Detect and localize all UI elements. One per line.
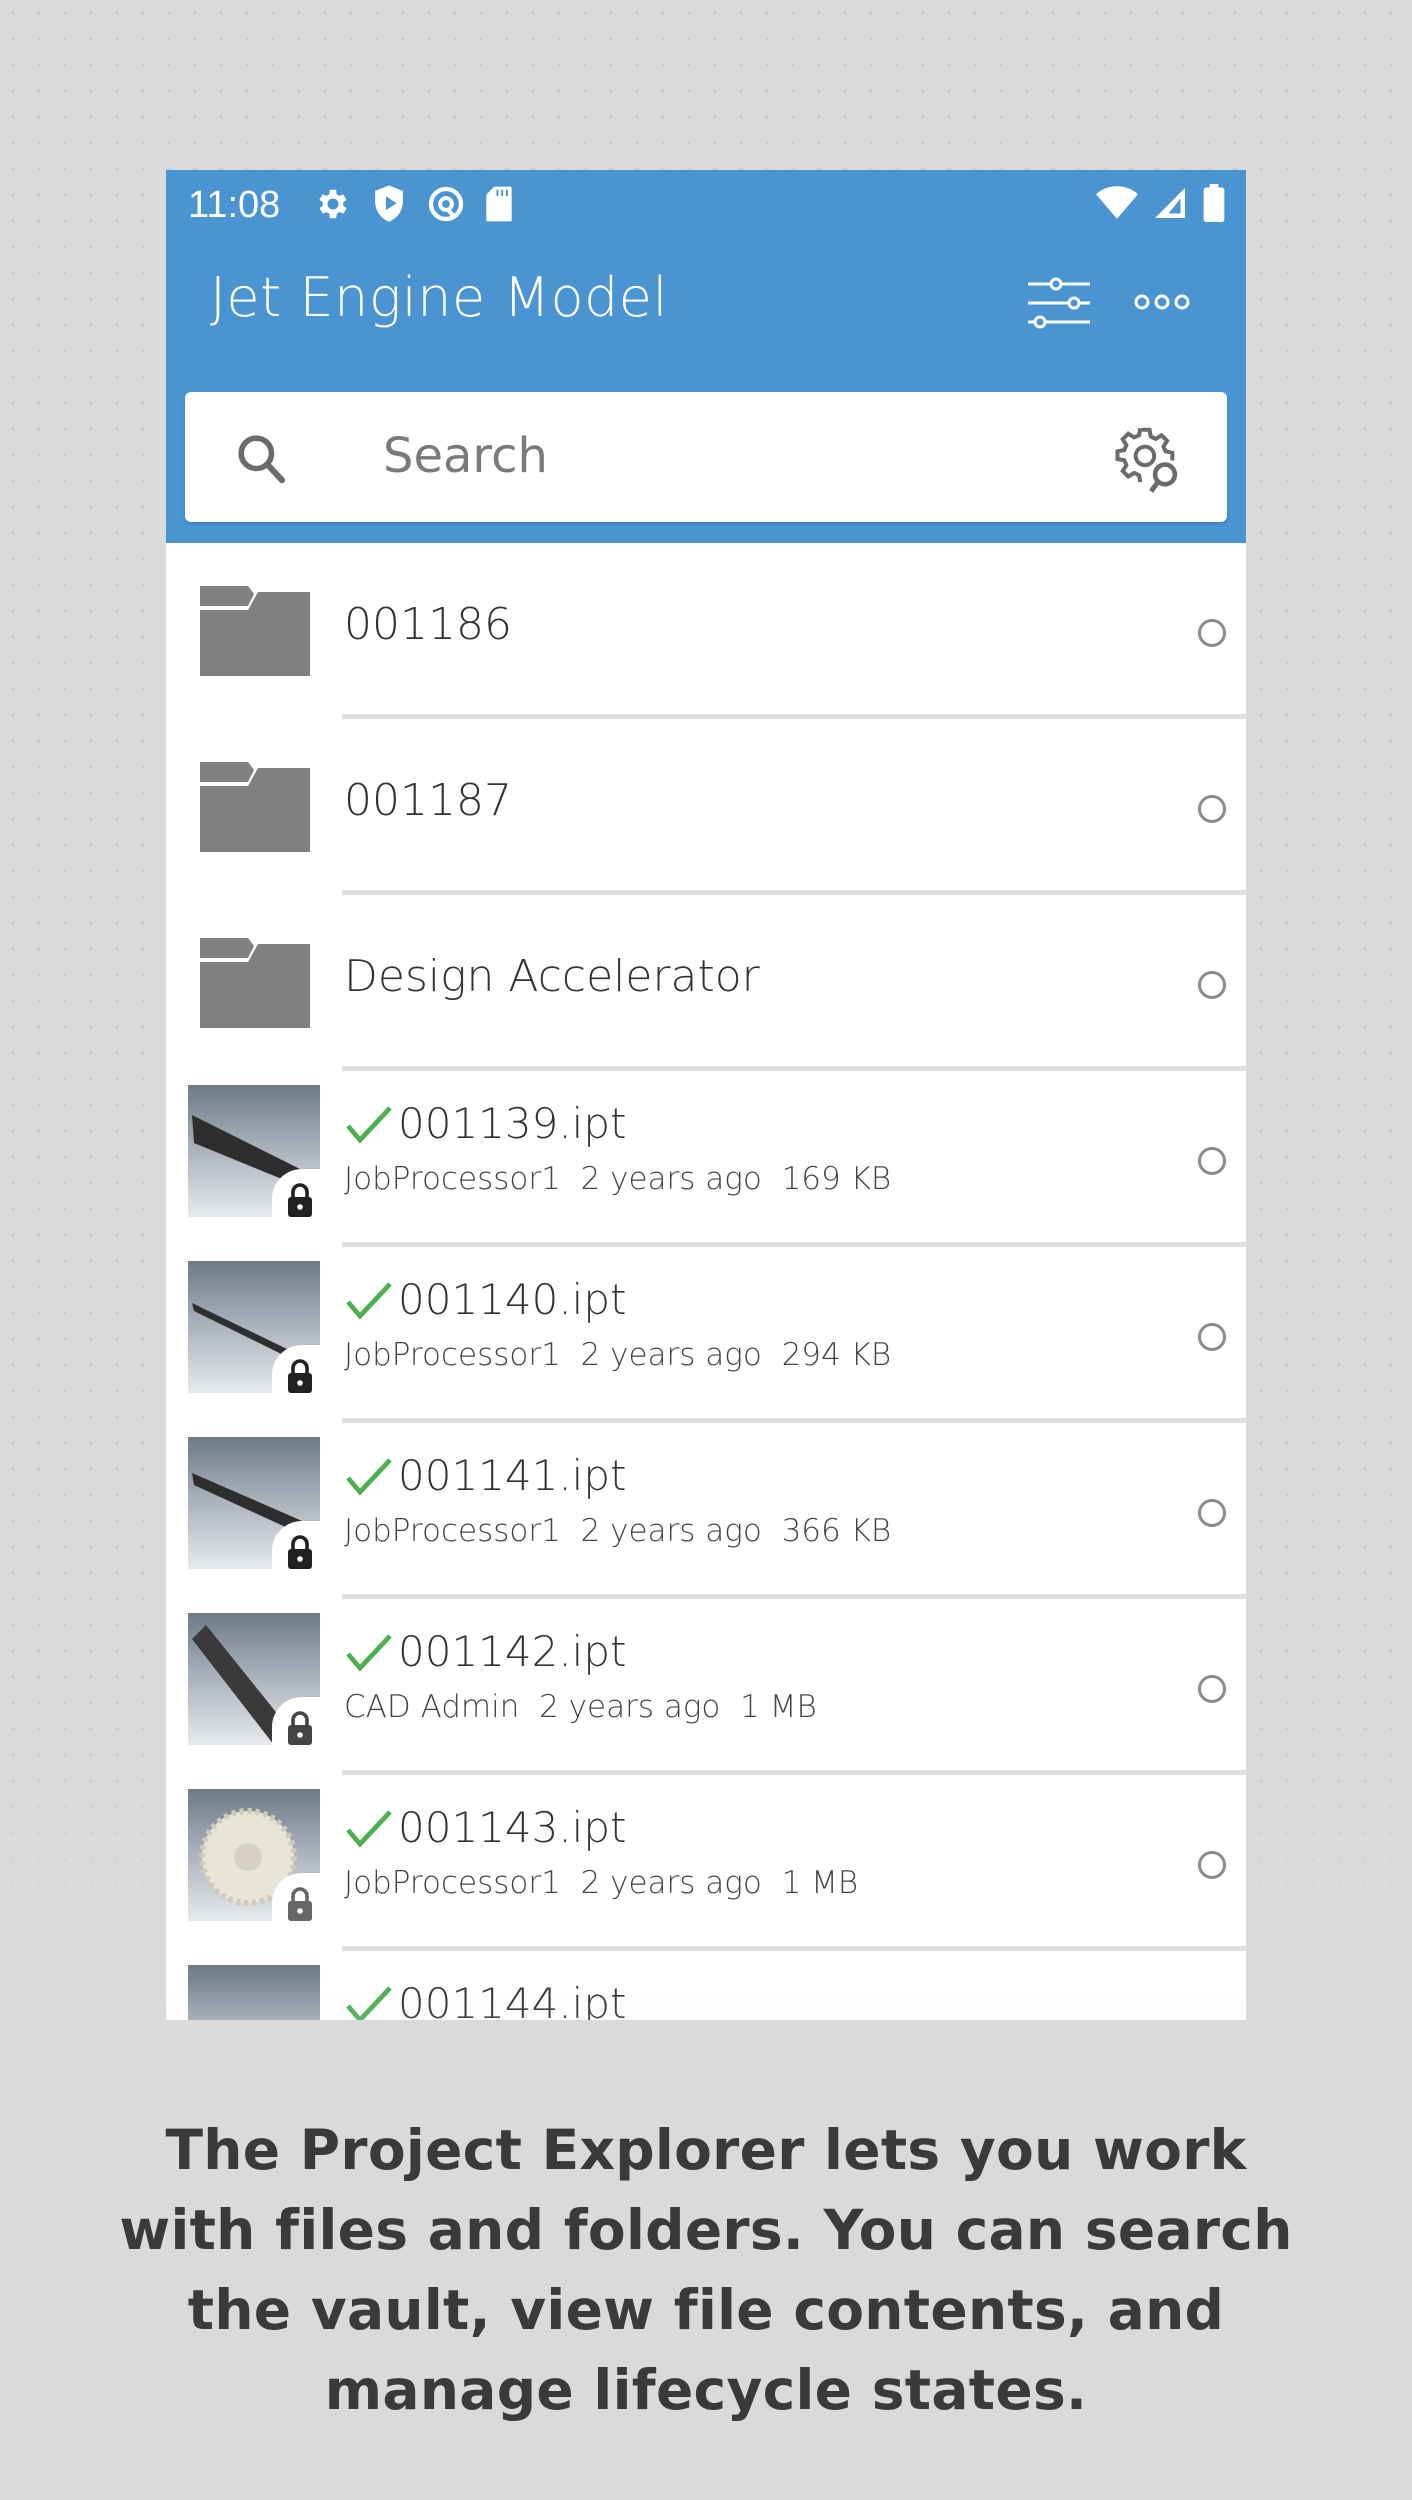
folder-icon bbox=[200, 938, 310, 1032]
wifi-icon bbox=[1096, 185, 1138, 221]
file-row[interactable]: 001140.ipt JobProcessor1 2 years ago 294… bbox=[166, 1247, 1246, 1423]
filter-button[interactable] bbox=[1026, 270, 1092, 336]
file-size: 1 MB bbox=[781, 1865, 859, 1901]
file-name: 001143.ipt bbox=[398, 1803, 627, 1852]
phone-screen: 11:08 Jet Engine Model Search 001186 001… bbox=[166, 170, 1246, 2020]
checked-in-icon bbox=[346, 1281, 392, 1320]
search-input[interactable] bbox=[381, 420, 985, 492]
battery-icon bbox=[1202, 184, 1226, 222]
file-size: 169 KB bbox=[781, 1161, 892, 1197]
select-radio[interactable] bbox=[1198, 1851, 1226, 1879]
select-radio[interactable] bbox=[1198, 971, 1226, 999]
checked-in-icon bbox=[346, 1105, 392, 1144]
cellular-signal-icon bbox=[1152, 185, 1188, 221]
lock-icon bbox=[288, 1183, 312, 1217]
app-bar: 11:08 Jet Engine Model Search bbox=[166, 170, 1246, 543]
search-settings-icon bbox=[1115, 427, 1178, 493]
file-thumbnail bbox=[188, 1437, 320, 1569]
file-thumbnail bbox=[188, 1261, 320, 1393]
folder-name: Design Accelerator bbox=[344, 951, 760, 1002]
file-row[interactable]: 001143.ipt JobProcessor1 2 years ago 1 M… bbox=[166, 1775, 1246, 1951]
file-meta: JobProcessor1 2 years ago 366 KB bbox=[344, 1513, 891, 1549]
at-sign-icon bbox=[426, 184, 466, 224]
file-row[interactable]: 001139.ipt JobProcessor1 2 years ago 169… bbox=[166, 1071, 1246, 1247]
file-modified: 2 years ago bbox=[580, 1337, 762, 1373]
select-radio[interactable] bbox=[1198, 1675, 1226, 1703]
file-name: 001142.ipt bbox=[398, 1627, 627, 1676]
select-radio[interactable] bbox=[1198, 1323, 1226, 1351]
file-name: 001144.ipt bbox=[398, 1979, 627, 2020]
file-author: CAD Admin bbox=[344, 1689, 520, 1725]
file-thumbnail bbox=[188, 1789, 320, 1921]
file-modified: 2 years ago bbox=[580, 1865, 762, 1901]
file-row[interactable]: 001141.ipt JobProcessor1 2 years ago 366… bbox=[166, 1423, 1246, 1599]
folder-row[interactable]: Design Accelerator bbox=[166, 895, 1246, 1071]
lock-icon bbox=[288, 1535, 312, 1569]
filter-sliders-icon bbox=[1028, 277, 1090, 329]
caption-text: The Project Explorer lets you work with … bbox=[119, 2118, 1293, 2422]
select-radio[interactable] bbox=[1198, 1499, 1226, 1527]
sd-card-icon bbox=[484, 185, 514, 223]
lock-icon bbox=[288, 1359, 312, 1393]
file-modified: 2 years ago bbox=[539, 1689, 721, 1725]
file-author: JobProcessor1 bbox=[344, 1161, 561, 1197]
file-meta: CAD Admin 2 years ago 1 MB bbox=[344, 1689, 817, 1725]
file-meta: JobProcessor1 2 years ago 169 KB bbox=[344, 1161, 891, 1197]
folder-name: 001186 bbox=[344, 599, 512, 650]
folder-icon bbox=[200, 762, 310, 856]
file-meta: JobProcessor1 2 years ago 294 KB bbox=[344, 1337, 891, 1373]
checked-in-icon bbox=[346, 1985, 392, 2020]
file-thumbnail bbox=[188, 1085, 320, 1217]
file-author: JobProcessor1 bbox=[344, 1337, 561, 1373]
status-bar: 11:08 bbox=[166, 170, 1246, 240]
checked-in-icon bbox=[346, 1809, 392, 1848]
folder-icon bbox=[200, 586, 310, 680]
file-thumbnail bbox=[188, 1613, 320, 1745]
file-size: 294 KB bbox=[781, 1337, 892, 1373]
file-name: 001139.ipt bbox=[398, 1099, 627, 1148]
checked-in-icon bbox=[346, 1457, 392, 1496]
file-meta: JobProcessor1 2 years ago 1 MB bbox=[344, 1865, 858, 1901]
checked-in-icon bbox=[346, 1633, 392, 1672]
file-row[interactable]: 001144.ipt bbox=[166, 1951, 1246, 2020]
file-author: JobProcessor1 bbox=[344, 1513, 561, 1549]
search-bar bbox=[185, 392, 1227, 522]
file-thumbnail bbox=[188, 1965, 320, 2020]
select-radio[interactable] bbox=[1198, 1147, 1226, 1175]
select-radio[interactable] bbox=[1198, 619, 1226, 647]
lock-icon bbox=[288, 1711, 312, 1745]
folder-row[interactable]: 001187 bbox=[166, 719, 1246, 895]
more-options-button[interactable] bbox=[1132, 280, 1192, 324]
file-modified: 2 years ago bbox=[580, 1513, 762, 1549]
file-modified: 2 years ago bbox=[580, 1161, 762, 1197]
folder-row[interactable]: 001186 bbox=[166, 543, 1246, 719]
folder-name: 001187 bbox=[344, 775, 512, 826]
settings-icon bbox=[314, 185, 352, 223]
play-protect-icon bbox=[370, 184, 408, 224]
select-radio[interactable] bbox=[1198, 795, 1226, 823]
file-size: 366 KB bbox=[781, 1513, 892, 1549]
page-title: Jet Engine Model bbox=[210, 266, 668, 329]
file-list: 001186 001187 Design Accelerator 001139.… bbox=[166, 543, 1246, 2020]
status-time: 11:08 bbox=[188, 184, 281, 226]
file-author: JobProcessor1 bbox=[344, 1865, 561, 1901]
lock-icon bbox=[288, 1887, 312, 1921]
file-row[interactable]: 001142.ipt CAD Admin 2 years ago 1 MB bbox=[166, 1599, 1246, 1775]
file-name: 001140.ipt bbox=[398, 1275, 627, 1324]
more-options-icon bbox=[1134, 294, 1190, 310]
search-settings-button[interactable] bbox=[1111, 422, 1185, 500]
search-icon[interactable] bbox=[233, 430, 289, 490]
file-name: 001141.ipt bbox=[398, 1451, 627, 1500]
file-size: 1 MB bbox=[740, 1689, 817, 1725]
